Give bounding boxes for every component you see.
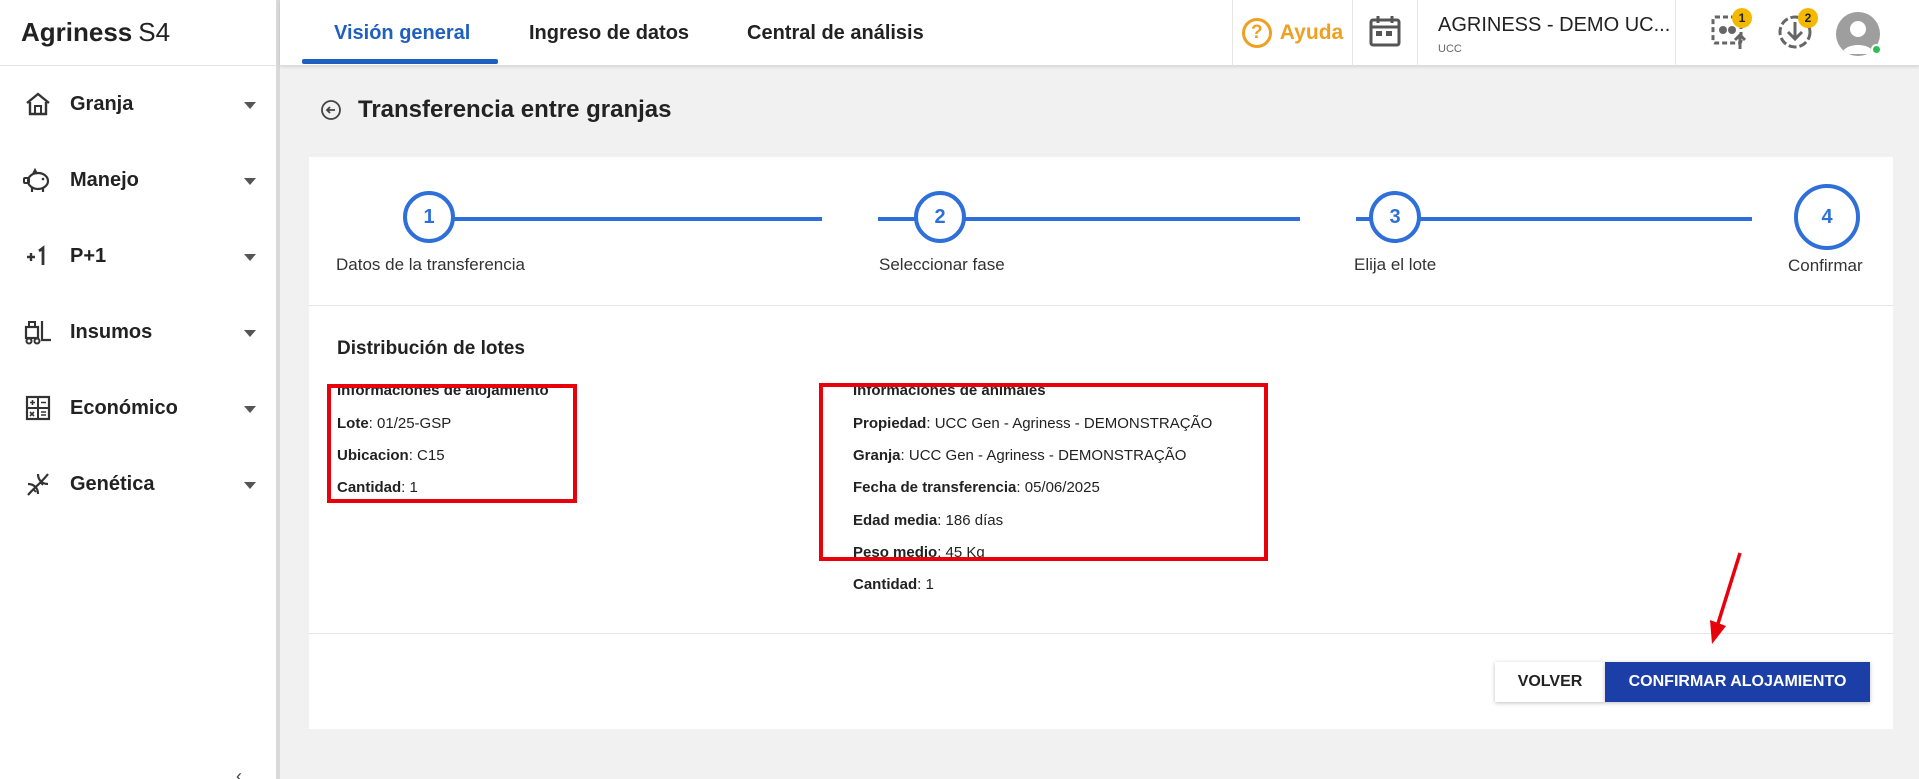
transfer-card: 1 2 3 4 Datos de la transferencia Selecc… — [309, 157, 1893, 729]
step-2-circle[interactable]: 2 — [914, 191, 966, 243]
sidebar-item-genetica[interactable]: Genética — [0, 446, 276, 522]
active-tab-indicator — [302, 59, 498, 64]
step-3-circle[interactable]: 3 — [1369, 191, 1421, 243]
field-key: Cantidad — [853, 576, 918, 593]
forklift-icon — [22, 316, 54, 348]
stepper-connector — [452, 217, 822, 221]
chevron-down-icon — [244, 102, 256, 109]
question-mark-icon: ? — [1241, 18, 1272, 48]
company-selector[interactable]: AGRINESS - DEMO UC... UCC — [1438, 14, 1670, 55]
collapse-sidebar-icon[interactable]: ‹ — [236, 766, 242, 779]
calculator-icon — [22, 392, 54, 424]
divider — [309, 633, 1893, 634]
sidebar-item-granja[interactable]: Granja — [0, 66, 276, 142]
sidebar: Agriness S4 Granja Manejo P+1 Insumos Ec… — [0, 0, 280, 779]
sidebar-item-label: Manejo — [70, 168, 139, 191]
dna-icon — [22, 468, 54, 500]
chevron-down-icon — [244, 482, 256, 489]
section-title: Distribución de lotes — [337, 338, 525, 359]
company-subtitle: UCC — [1438, 43, 1462, 55]
tab-central-de-analisis[interactable]: Central de análisis — [747, 0, 924, 66]
calendar-icon — [1367, 13, 1403, 54]
step-1-label: Datos de la transferencia — [336, 255, 525, 274]
downloads-button[interactable]: 2 — [1774, 8, 1818, 54]
divider — [1675, 0, 1676, 66]
step-1-circle[interactable]: 1 — [403, 191, 455, 243]
step-4-label: Confirmar — [1788, 256, 1863, 275]
downloads-badge: 2 — [1798, 8, 1818, 28]
sidebar-item-label: Genética — [70, 472, 155, 495]
home-icon — [22, 88, 54, 120]
brand-suffix: S4 — [138, 17, 171, 47]
sync-badge: 1 — [1732, 8, 1752, 28]
sync-button[interactable]: 1 — [1708, 8, 1752, 54]
sidebar-item-economico[interactable]: Económico — [0, 370, 276, 446]
confirm-housing-button[interactable]: CONFIRMAR ALOJAMIENTO — [1605, 662, 1870, 702]
highlight-box-animals — [819, 383, 1268, 561]
online-status-indicator — [1871, 44, 1882, 55]
pig-icon — [22, 164, 54, 196]
brand-name: Agriness — [21, 17, 133, 47]
sidebar-item-insumos[interactable]: Insumos — [0, 294, 276, 370]
back-button[interactable]: VOLVER — [1495, 662, 1605, 702]
page-header: Transferencia entre granjas — [320, 96, 671, 124]
highlight-box-housing — [327, 384, 577, 503]
annotation-arrow-icon — [1710, 552, 1742, 644]
field-value: : 1 — [917, 576, 934, 593]
sidebar-item-label: P+1 — [70, 244, 107, 267]
chevron-down-icon — [244, 406, 256, 413]
sidebar-item-p1[interactable]: P+1 — [0, 218, 276, 294]
help-button[interactable]: ? Ayuda — [1232, 0, 1352, 66]
step-3-label: Elija el lote — [1354, 255, 1437, 274]
sidebar-item-label: Insumos — [70, 320, 153, 343]
calendar-button[interactable] — [1352, 0, 1418, 66]
sidebar-item-label: Granja — [70, 92, 134, 115]
company-name: AGRINESS - DEMO UC... — [1438, 14, 1671, 36]
chevron-down-icon — [244, 254, 256, 261]
tab-vision-general[interactable]: Visión general — [334, 0, 470, 66]
back-arrow-icon[interactable] — [320, 99, 342, 121]
tab-ingreso-de-datos[interactable]: Ingreso de datos — [529, 0, 689, 66]
brand-logo[interactable]: Agriness S4 — [0, 0, 276, 66]
page-title: Transferencia entre granjas — [358, 96, 672, 123]
step-4-circle-active[interactable]: 4 — [1794, 184, 1860, 250]
sidebar-item-label: Económico — [70, 396, 178, 419]
chevron-down-icon — [244, 178, 256, 185]
step-2-label: Seleccionar fase — [879, 255, 1005, 274]
chevron-down-icon — [244, 330, 256, 337]
help-label: Ayuda — [1279, 21, 1344, 44]
top-navigation-bar: Visión general Ingreso de datos Central … — [280, 0, 1919, 66]
plus-one-icon — [22, 240, 54, 272]
animals-cantidad: Cantidad: 1 — [853, 576, 934, 593]
sidebar-item-manejo[interactable]: Manejo — [0, 142, 276, 218]
divider — [309, 305, 1893, 306]
